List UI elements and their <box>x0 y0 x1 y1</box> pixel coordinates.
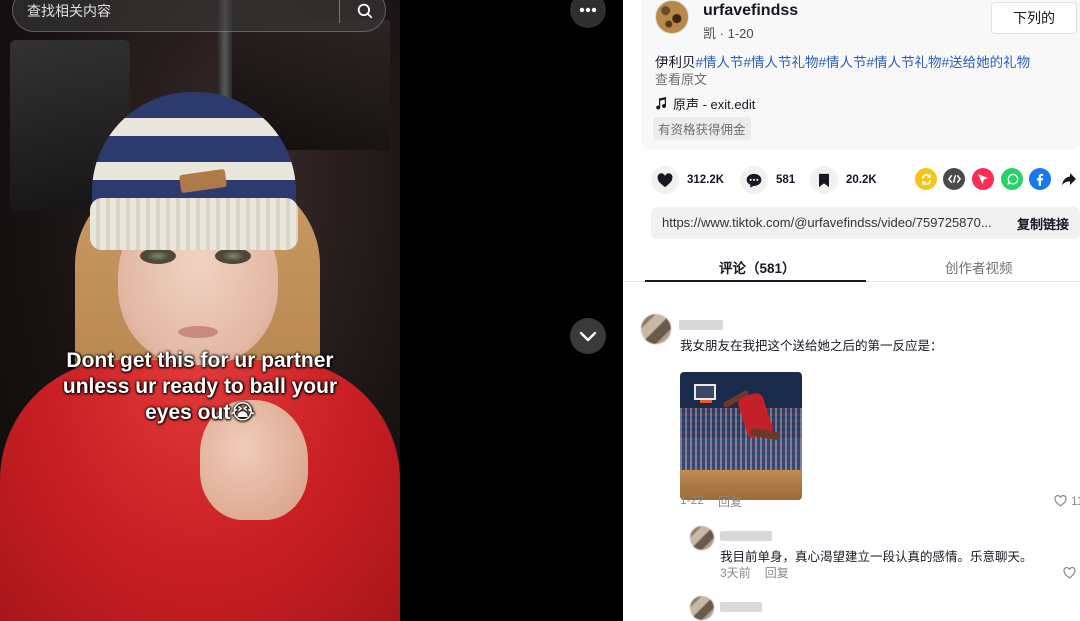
whatsapp-button[interactable] <box>1001 168 1023 190</box>
reply-button[interactable]: 回复 <box>718 493 742 510</box>
author-username[interactable]: urfavefindss <box>703 2 798 20</box>
search-button[interactable] <box>350 0 380 25</box>
separator-dot: · <box>719 26 728 41</box>
share-arrow-icon <box>1062 173 1076 186</box>
like-icon-wrap <box>651 166 679 194</box>
comment-item: 我女朋友在我把这个送给她之后的第一反应是： 1-22 回复 11 <box>623 312 1080 512</box>
comment-text: 我目前单身，真心渴望建立一段认真的感情。乐意聊天。 <box>720 550 1033 564</box>
author-avatar[interactable] <box>655 0 689 34</box>
commenter-name[interactable] <box>720 531 772 541</box>
save-icon-wrap <box>810 166 838 194</box>
person-eye <box>215 248 251 264</box>
more-horizontal-icon <box>579 7 597 13</box>
video-caption: Dont get this for ur partner unless ur r… <box>0 348 400 426</box>
comment-like-button[interactable]: 11 <box>1054 494 1080 508</box>
person-beanie-rim <box>90 198 298 250</box>
caption-line: Dont get this for ur partner <box>66 349 334 372</box>
comment-icon <box>746 173 762 187</box>
embed-icon <box>947 174 961 184</box>
heart-outline-icon <box>1063 567 1076 579</box>
comment-icon-wrap <box>740 166 768 194</box>
like-count: 312.2K <box>687 174 725 186</box>
person-eye <box>140 248 176 264</box>
author-display-name: 凯 <box>703 26 717 41</box>
video-area: Dont get this for ur partner unless ur r… <box>0 0 623 621</box>
caption-line: eyes out😭 <box>145 401 255 424</box>
author-subline: 凯 · 1-20 <box>703 23 754 42</box>
video-info-card: urfavefindss 凯 · 1-20 下列的 伊利贝#情人节#情人节礼物#… <box>641 0 1080 149</box>
share-link-bar: https://www.tiktok.com/@urfavefindss/vid… <box>651 207 1080 239</box>
image-crowd <box>680 408 802 470</box>
commission-badge: 有资格获得佣金 <box>653 117 751 140</box>
more-share-button[interactable] <box>1058 168 1080 190</box>
tab-comments[interactable]: 评论（581） <box>719 257 796 277</box>
music-link[interactable]: 原声 - exit.edit <box>655 94 755 113</box>
comment-button[interactable]: 581 <box>740 166 795 194</box>
save-button[interactable]: 20.2K <box>810 166 877 194</box>
search-bar <box>12 0 386 32</box>
app-root: Dont get this for ur partner unless ur r… <box>0 0 1080 621</box>
embed-button[interactable] <box>943 168 965 190</box>
next-video-button[interactable] <box>570 318 606 354</box>
commenter-avatar[interactable] <box>690 596 714 620</box>
send-icon <box>978 174 988 184</box>
search-icon <box>357 3 373 19</box>
like-button[interactable]: 312.2K <box>651 166 724 194</box>
image-backboard <box>694 384 716 400</box>
bookmark-icon <box>819 173 829 187</box>
reply-button[interactable]: 回复 <box>765 564 789 581</box>
heart-outline-icon <box>1054 495 1067 507</box>
chevron-down-icon <box>579 331 597 342</box>
comment-date: 3天前 <box>720 566 751 580</box>
post-date: 1-20 <box>727 26 754 41</box>
action-bar: 312.2K 581 20.2K <box>651 166 1080 194</box>
tab-bar: 评论（581） 创作者视频 <box>623 248 1080 282</box>
comment-meta: 3天前 回复 <box>720 564 789 581</box>
save-count: 20.2K <box>846 174 877 186</box>
video-player[interactable]: Dont get this for ur partner unless ur r… <box>0 0 400 621</box>
commenter-name[interactable] <box>679 320 723 330</box>
comment-count: 581 <box>776 174 796 186</box>
comment-like-count: 11 <box>1071 494 1080 508</box>
tab-creator-videos[interactable]: 创作者视频 <box>945 257 1013 277</box>
description-text: 伊利贝 <box>655 55 696 70</box>
search-divider <box>339 0 340 23</box>
music-note-icon <box>656 97 667 110</box>
facebook-button[interactable] <box>1029 168 1051 190</box>
commenter-avatar[interactable] <box>690 526 714 550</box>
send-button[interactable] <box>972 168 994 190</box>
commenter-name[interactable] <box>720 602 762 612</box>
whatsapp-icon <box>1006 173 1018 185</box>
caption-line: unless ur ready to ball your <box>62 375 338 398</box>
video-url[interactable]: https://www.tiktok.com/@urfavefindss/vid… <box>662 215 1002 230</box>
hashtag-link[interactable]: #情人节 <box>819 55 867 70</box>
more-options-button[interactable] <box>570 0 606 28</box>
active-tab-indicator <box>645 280 866 282</box>
search-input[interactable] <box>27 3 327 19</box>
music-label: 原声 - exit.edit <box>673 97 756 112</box>
hashtag-link[interactable]: #情人节礼物 <box>867 55 942 70</box>
copy-link-button[interactable]: 复制链接 <box>1006 207 1080 239</box>
hashtag-link[interactable]: #送给她的礼物 <box>942 55 1031 70</box>
comment-image[interactable] <box>680 372 802 500</box>
image-rim <box>700 400 712 403</box>
details-panel: urfavefindss 凯 · 1-20 下列的 伊利贝#情人节#情人节礼物#… <box>623 0 1080 621</box>
person-mouth <box>178 326 218 338</box>
reply-comment-item <box>623 594 1080 621</box>
repost-button[interactable] <box>915 168 937 190</box>
hashtag-link[interactable]: #情人节礼物 <box>744 55 819 70</box>
view-original-link[interactable]: 查看原文 <box>655 69 707 88</box>
follow-button[interactable]: 下列的 <box>991 2 1077 34</box>
video-description: 伊利贝#情人节#情人节礼物#情人节#情人节礼物#送给她的礼物 <box>655 51 1030 71</box>
comment-meta: 1-22 回复 <box>680 493 742 510</box>
heart-icon <box>657 172 673 187</box>
hashtag-link[interactable]: #情人节 <box>696 55 744 70</box>
repost-icon <box>921 173 931 185</box>
reply-comment-item: 我目前单身，真心渴望建立一段认真的感情。乐意聊天。 3天前 回复 <box>623 524 1080 584</box>
comment-text: 我女朋友在我把这个送给她之后的第一反应是： <box>680 339 943 353</box>
comment-like-button[interactable] <box>1063 567 1076 579</box>
facebook-icon <box>1036 173 1044 186</box>
commenter-avatar[interactable] <box>641 314 671 344</box>
comment-date: 1-22 <box>680 493 705 507</box>
